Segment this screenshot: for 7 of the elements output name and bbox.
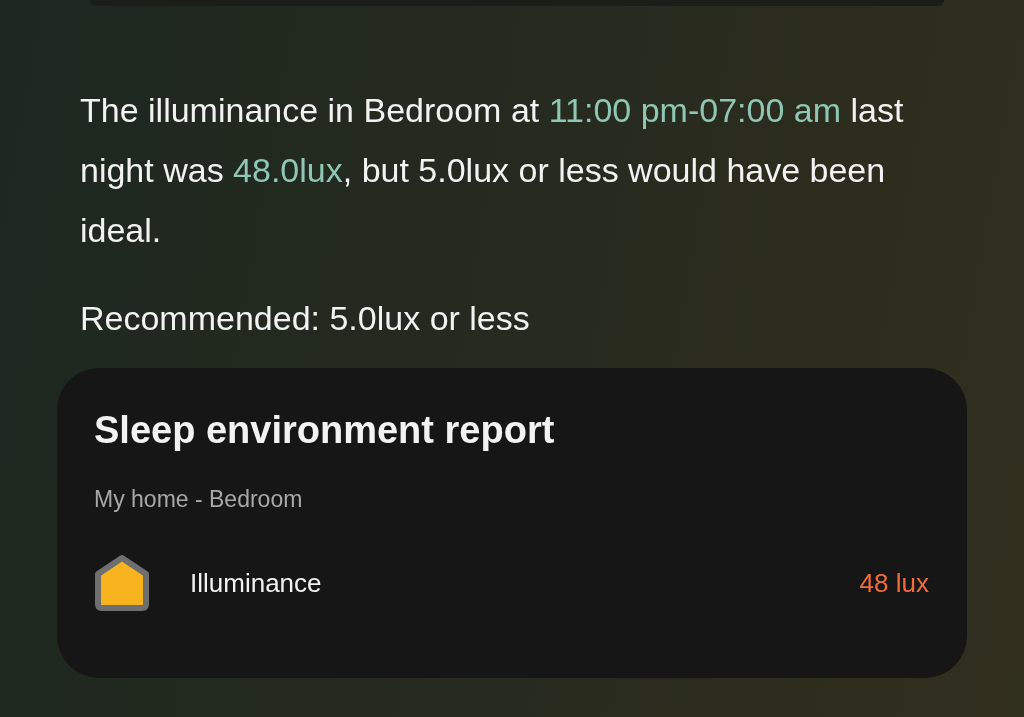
message-text: The illuminance in Bedroom at 11:00 pm-07:00 am last night was 48.0lux, but 5.0lux or less would have been ideal. — [80, 90, 905, 251]
item-value: 48 lux — [859, 566, 929, 600]
location-text: My home - Bedroom — [94, 484, 304, 514]
house-icon — [94, 554, 150, 613]
card-title: Sleep environment report — [94, 408, 556, 453]
recommendation-text: Recommended: 5.0lux or less — [80, 298, 531, 339]
item-label: Illuminance — [190, 566, 322, 600]
